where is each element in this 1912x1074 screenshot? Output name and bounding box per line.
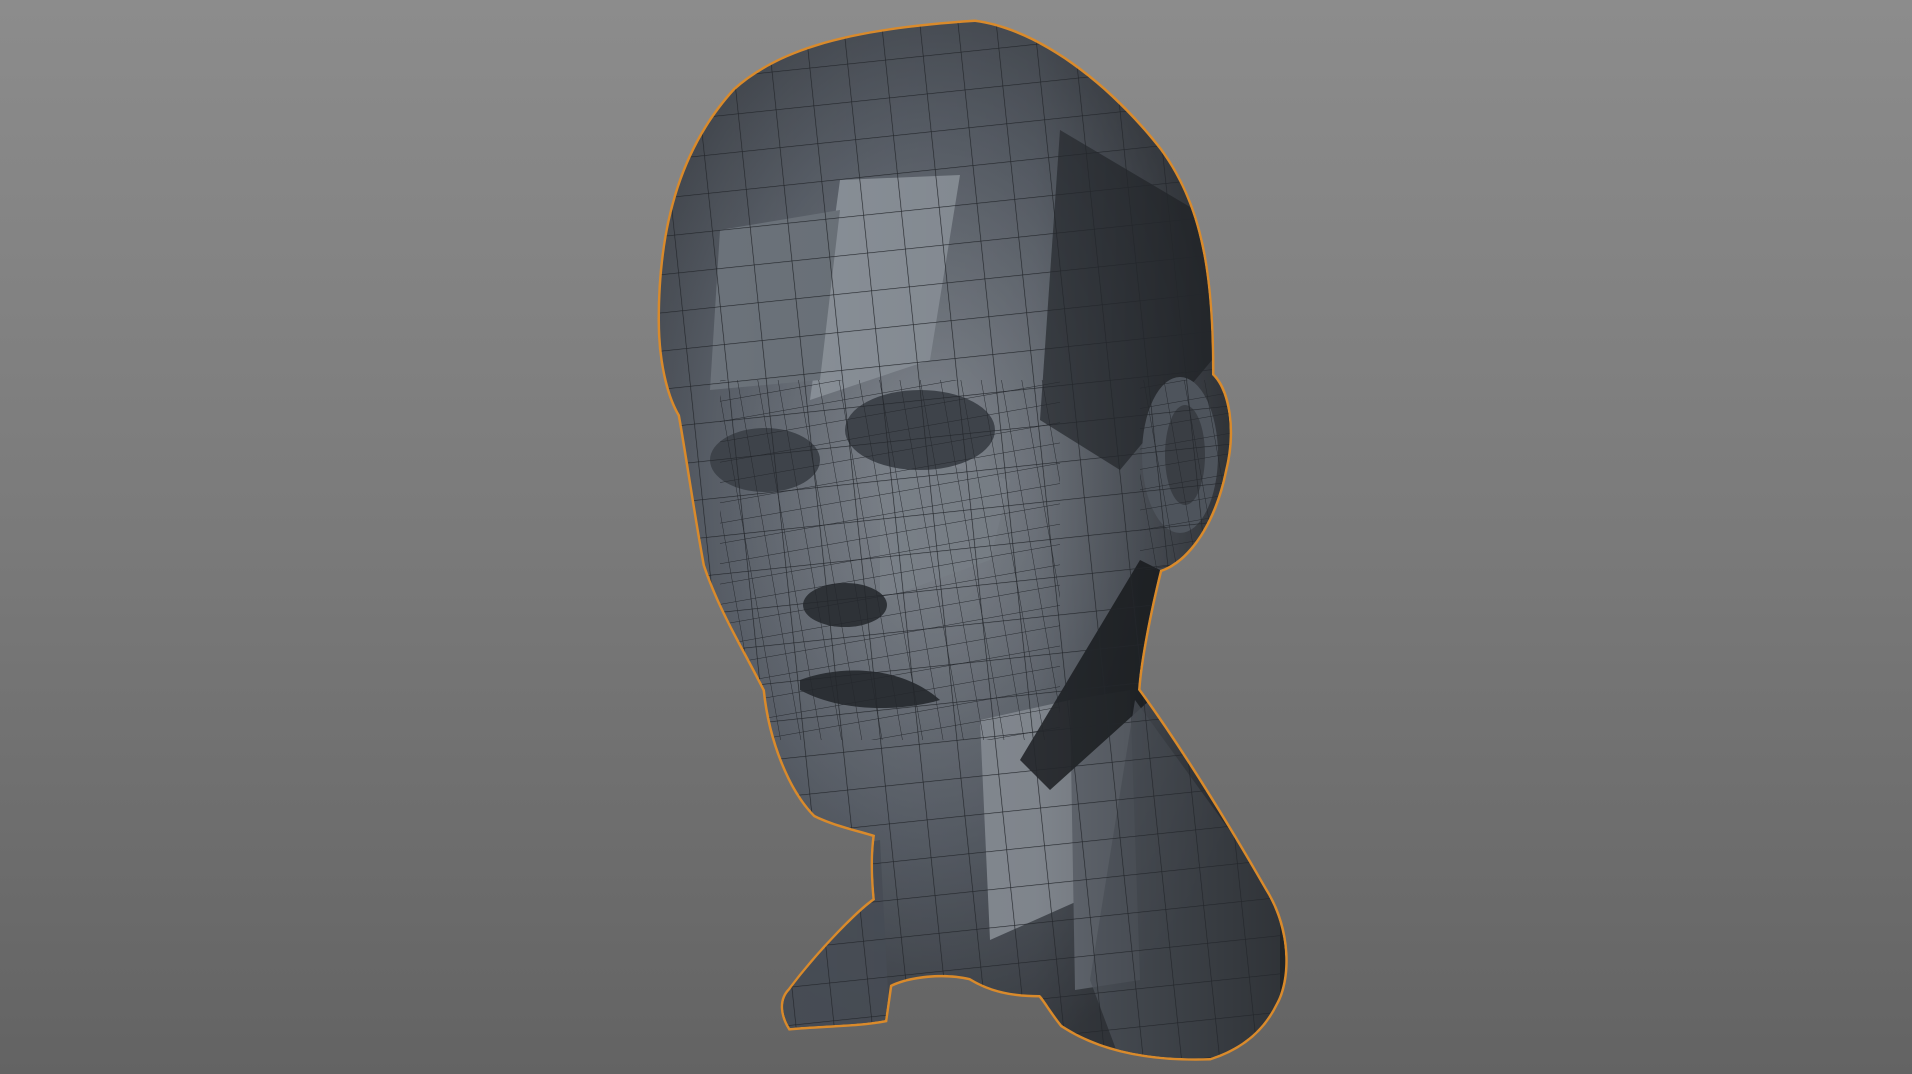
head-mesh[interactable] — [0, 0, 1912, 1074]
3d-viewport[interactable] — [0, 0, 1912, 1074]
